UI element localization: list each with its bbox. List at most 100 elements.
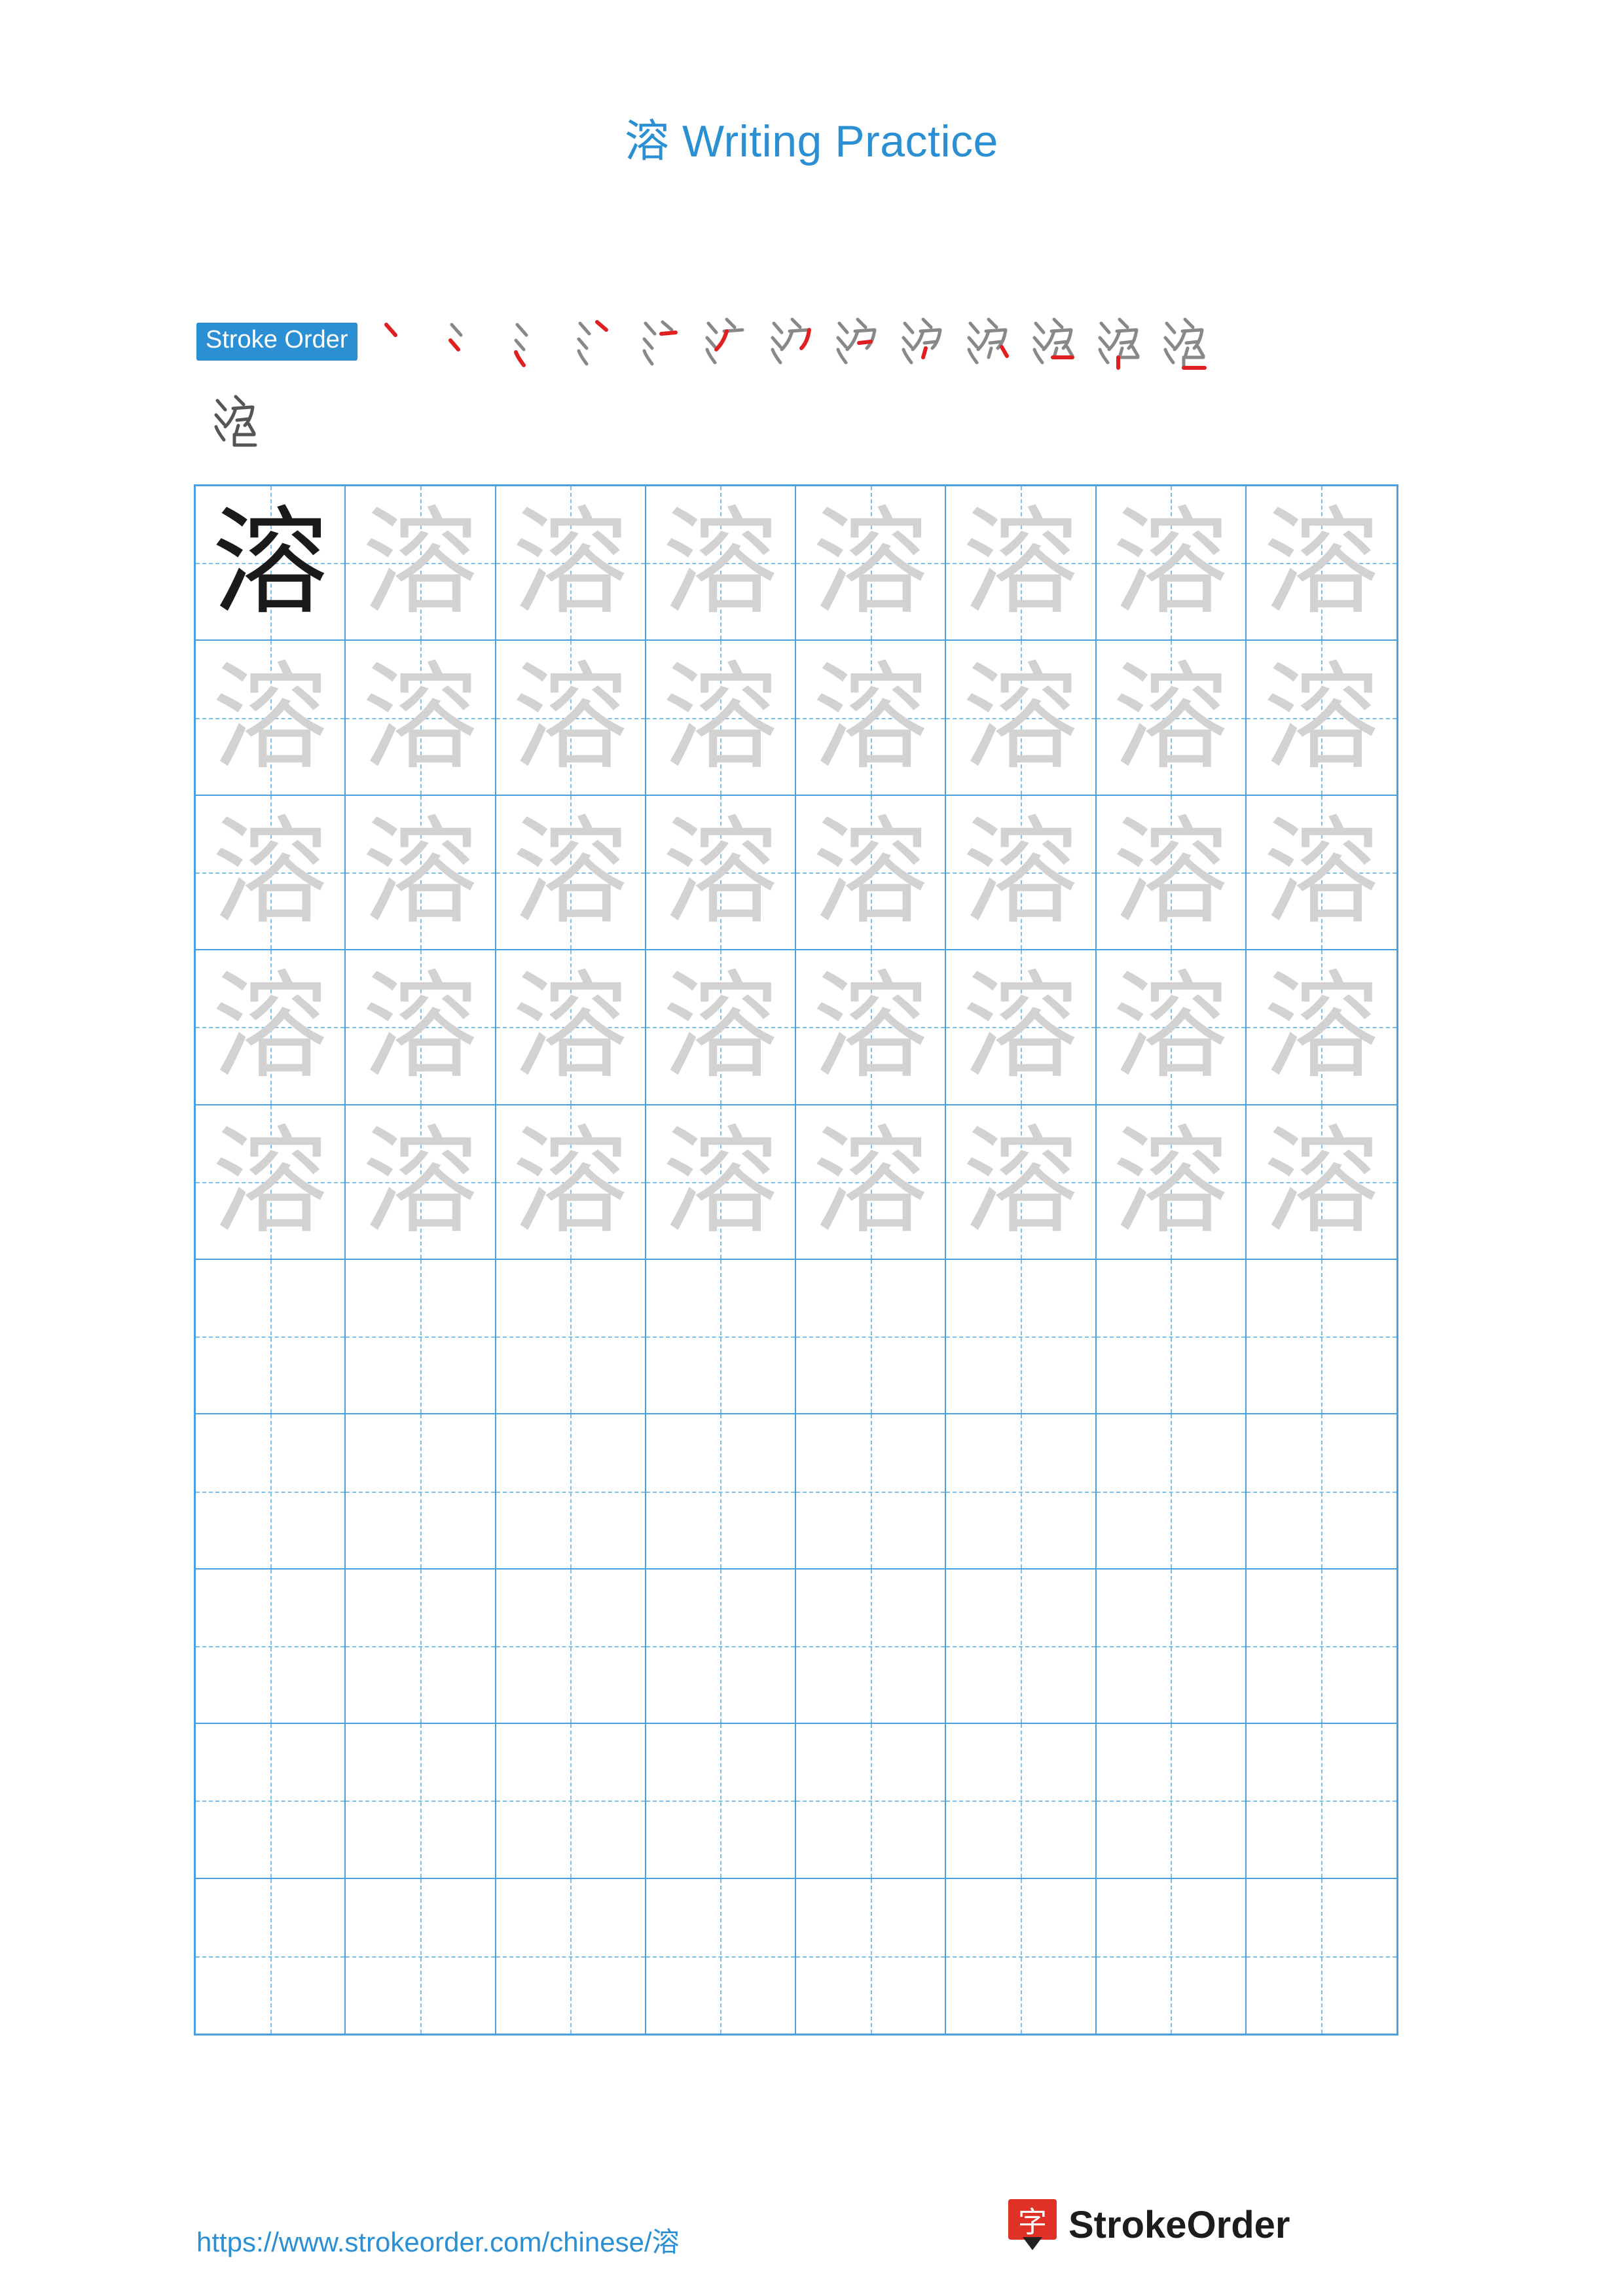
- practice-cell[interactable]: 溶: [496, 795, 646, 951]
- practice-cell[interactable]: 溶: [1096, 486, 1247, 641]
- practice-cell[interactable]: 溶: [946, 641, 1097, 796]
- practice-cell[interactable]: 溶: [1246, 641, 1396, 796]
- practice-cell[interactable]: 溶: [646, 641, 796, 796]
- practice-cell[interactable]: 溶: [196, 1105, 346, 1260]
- practice-cell[interactable]: [946, 1878, 1097, 2034]
- practice-cell[interactable]: 溶: [646, 795, 796, 951]
- practice-cell[interactable]: [1246, 1724, 1396, 1879]
- practice-cell[interactable]: 溶: [1246, 1105, 1396, 1260]
- guide-line-horizontal: [346, 1645, 495, 1647]
- tracing-character: 溶: [1263, 649, 1380, 785]
- practice-cell[interactable]: 溶: [346, 795, 496, 951]
- practice-cell[interactable]: [1246, 1259, 1396, 1415]
- practice-cell[interactable]: 溶: [646, 1105, 796, 1260]
- practice-cell[interactable]: [946, 1414, 1097, 1570]
- practice-cell[interactable]: 溶: [796, 795, 947, 951]
- practice-cell[interactable]: 溶: [1096, 1105, 1247, 1260]
- practice-cell[interactable]: 溶: [796, 950, 947, 1105]
- practice-cell[interactable]: 溶: [1096, 641, 1247, 796]
- practice-cell[interactable]: [646, 1569, 796, 1725]
- practice-cell[interactable]: [646, 1414, 796, 1570]
- practice-cell[interactable]: 溶: [946, 1105, 1097, 1260]
- practice-cell[interactable]: 溶: [496, 1105, 646, 1260]
- tracing-character: 溶: [662, 649, 779, 785]
- practice-cell[interactable]: [496, 1878, 646, 2034]
- practice-cell[interactable]: [1096, 1724, 1247, 1879]
- practice-cell[interactable]: 溶: [346, 1105, 496, 1260]
- guide-line-horizontal: [946, 1491, 1095, 1493]
- practice-cell[interactable]: [646, 1724, 796, 1879]
- practice-cell[interactable]: 溶: [646, 950, 796, 1105]
- practice-cell[interactable]: 溶: [1246, 950, 1396, 1105]
- practice-cell[interactable]: [796, 1878, 947, 2034]
- practice-cell[interactable]: 溶: [496, 950, 646, 1105]
- practice-cell[interactable]: 溶: [196, 950, 346, 1105]
- guide-line-horizontal: [1096, 1801, 1245, 1803]
- practice-cell[interactable]: [796, 1569, 947, 1725]
- practice-cell[interactable]: [646, 1878, 796, 2034]
- practice-cell[interactable]: [346, 1878, 496, 2034]
- practice-cell[interactable]: [1096, 1569, 1247, 1725]
- practice-cell[interactable]: [496, 1724, 646, 1879]
- practice-cell[interactable]: [346, 1414, 496, 1570]
- guide-line-horizontal: [646, 1336, 795, 1338]
- practice-cell[interactable]: [196, 1569, 346, 1725]
- stroke-step-10: [956, 309, 1021, 374]
- practice-cell[interactable]: 溶: [946, 795, 1097, 951]
- practice-cell[interactable]: [946, 1259, 1097, 1415]
- practice-cell[interactable]: 溶: [346, 950, 496, 1105]
- practice-cell[interactable]: [1246, 1569, 1396, 1725]
- practice-cell[interactable]: [1096, 1878, 1247, 2034]
- practice-cell[interactable]: 溶: [196, 641, 346, 796]
- practice-cell[interactable]: [496, 1259, 646, 1415]
- practice-cell[interactable]: 溶: [946, 486, 1097, 641]
- practice-cell[interactable]: [1096, 1414, 1247, 1570]
- logo-char: 字: [1018, 2206, 1047, 2239]
- practice-cell[interactable]: [946, 1569, 1097, 1725]
- practice-cell[interactable]: [1096, 1259, 1247, 1415]
- guide-line-vertical: [1020, 1259, 1022, 1414]
- tracing-character: 溶: [211, 649, 329, 785]
- guide-line-horizontal: [196, 1336, 345, 1338]
- practice-cell[interactable]: [346, 1724, 496, 1879]
- practice-cell[interactable]: 溶: [496, 641, 646, 796]
- practice-cell[interactable]: [496, 1414, 646, 1570]
- practice-cell[interactable]: 溶: [796, 1105, 947, 1260]
- practice-cell[interactable]: 溶: [1246, 486, 1396, 641]
- practice-cell[interactable]: [496, 1569, 646, 1725]
- practice-cell[interactable]: [196, 1259, 346, 1415]
- practice-cell[interactable]: [796, 1724, 947, 1879]
- practice-cell[interactable]: [1246, 1414, 1396, 1570]
- practice-cell[interactable]: [646, 1259, 796, 1415]
- practice-cell[interactable]: [196, 1414, 346, 1570]
- practice-cell[interactable]: 溶: [1246, 795, 1396, 951]
- practice-cell[interactable]: [796, 1259, 947, 1415]
- practice-cell[interactable]: [1246, 1878, 1396, 2034]
- practice-cell[interactable]: 溶: [196, 795, 346, 951]
- practice-cell[interactable]: 溶: [646, 486, 796, 641]
- practice-cell[interactable]: [196, 1878, 346, 2034]
- guide-line-vertical: [270, 1724, 272, 1878]
- tracing-character: 溶: [512, 804, 629, 940]
- practice-cell[interactable]: 溶: [1096, 950, 1247, 1105]
- practice-cell[interactable]: [196, 1724, 346, 1879]
- practice-cell[interactable]: [796, 1414, 947, 1570]
- practice-cell[interactable]: 溶: [796, 641, 947, 796]
- guide-line-horizontal: [946, 1645, 1095, 1647]
- guide-line-vertical: [870, 1259, 872, 1414]
- practice-cell[interactable]: 溶: [496, 486, 646, 641]
- practice-cell[interactable]: [346, 1569, 496, 1725]
- practice-cell[interactable]: [346, 1259, 496, 1415]
- tracing-character: 溶: [662, 1113, 779, 1249]
- practice-cell[interactable]: 溶: [946, 950, 1097, 1105]
- practice-cell[interactable]: 溶: [196, 486, 346, 641]
- footer-url[interactable]: https://www.strokeorder.com/chinese/溶: [196, 2220, 680, 2260]
- guide-line-horizontal: [796, 1645, 945, 1647]
- practice-cell[interactable]: 溶: [346, 641, 496, 796]
- practice-cell[interactable]: 溶: [346, 486, 496, 641]
- practice-cell[interactable]: 溶: [1096, 795, 1247, 951]
- tracing-character: 溶: [361, 495, 479, 631]
- guide-line-vertical: [570, 1259, 572, 1414]
- practice-cell[interactable]: [946, 1724, 1097, 1879]
- practice-cell[interactable]: 溶: [796, 486, 947, 641]
